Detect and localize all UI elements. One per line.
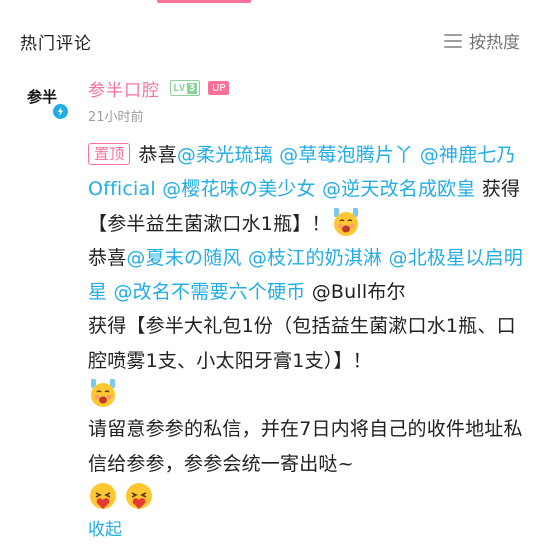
comment-text: 恭喜 — [138, 144, 177, 166]
hot-comments-title: 热门评论 — [20, 34, 92, 54]
mention-link[interactable]: @枝江的奶淇淋 — [248, 247, 382, 269]
mention-link[interactable]: @柔光琉璃 — [177, 144, 273, 166]
cheer-emoji-icon — [88, 378, 118, 408]
mention-link[interactable]: @改名不需要六个硬币 — [113, 281, 305, 303]
menu-icon — [444, 33, 462, 49]
comment-header: 热门评论 按热度 — [0, 0, 539, 80]
username[interactable]: 参半口腔 — [88, 76, 160, 101]
comment-text: 恭喜 — [88, 246, 127, 269]
collapse-button[interactable]: 收起 — [88, 515, 122, 540]
comment-text: 获得【参半大礼包1份（包括益生菌漱口水1瓶、口腔喷雾1支、小太阳牙膏1支）】！ — [88, 315, 516, 372]
avatar-logo-text: 参半 — [27, 88, 58, 106]
sort-label: 按热度 — [469, 33, 520, 53]
comment-body: 置顶 恭喜@柔光琉璃 @草莓泡腾片丫 @神鹿七乃Official @樱花味の美少女… — [88, 138, 530, 515]
avatar[interactable]: 参半 — [24, 79, 70, 121]
mention-text: @Bull布尔 — [311, 281, 406, 304]
mention-link[interactable]: @逆天改名成欧皇 — [322, 178, 476, 200]
comment-time: 21小时前 — [88, 110, 144, 125]
comment-text: 请留意参参的私信，并在7日内将自己的收件地址私信给参参，参参会统一寄出哒~ — [88, 418, 523, 475]
love-emoji-icon — [124, 481, 154, 511]
up-badge: UP — [208, 81, 230, 95]
mention-link[interactable]: @草莓泡腾片丫 — [279, 144, 413, 166]
mention-link[interactable]: @樱花味の美少女 — [162, 178, 316, 200]
mention-link[interactable]: @夏末の随风 — [126, 247, 241, 269]
love-emoji-icon — [88, 481, 118, 511]
verified-lightning-icon — [51, 102, 70, 121]
level-badge: LV 3 — [170, 80, 201, 96]
pinned-badge: 置顶 — [88, 143, 131, 165]
cheer-emoji-icon — [331, 207, 361, 237]
comment-meta: 参半口腔 LV 3 UP 21小时前 — [88, 76, 230, 125]
sort-by-hot-button[interactable]: 按热度 — [444, 28, 520, 53]
